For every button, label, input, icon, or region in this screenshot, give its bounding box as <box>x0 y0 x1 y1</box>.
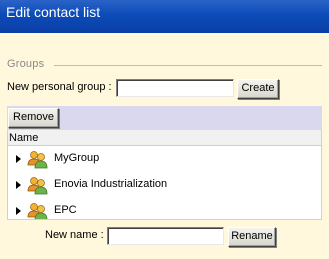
expand-arrow-icon[interactable] <box>16 207 21 215</box>
new-group-input[interactable] <box>116 79 234 97</box>
new-name-label: New name : <box>45 229 104 241</box>
groups-legend: Groups <box>7 58 45 70</box>
create-button[interactable]: Create <box>237 79 279 99</box>
group-icon <box>27 151 48 169</box>
expand-arrow-icon[interactable] <box>16 155 21 163</box>
list-item-label: Enovia Industrialization <box>54 178 168 190</box>
remove-button[interactable]: Remove <box>8 108 59 128</box>
group-list: Name MyGroup Enovia Industrialization EP… <box>7 130 322 220</box>
list-item-label: MyGroup <box>54 152 100 164</box>
window-title: Edit contact list <box>6 4 101 20</box>
group-icon <box>27 177 48 195</box>
new-name-input[interactable] <box>107 227 224 245</box>
rename-button[interactable]: Rename <box>228 227 276 247</box>
column-header-name[interactable]: Name <box>8 130 321 146</box>
list-item[interactable]: Enovia Industrialization <box>8 172 321 198</box>
title-bar: Edit contact list <box>0 0 329 33</box>
groups-divider <box>54 65 322 66</box>
group-icon <box>27 203 48 219</box>
list-item[interactable]: MyGroup <box>8 146 321 172</box>
list-item[interactable]: EPC <box>8 198 321 219</box>
expand-arrow-icon[interactable] <box>16 181 21 189</box>
new-group-label: New personal group : <box>7 81 112 93</box>
list-item-label: EPC <box>54 204 77 216</box>
